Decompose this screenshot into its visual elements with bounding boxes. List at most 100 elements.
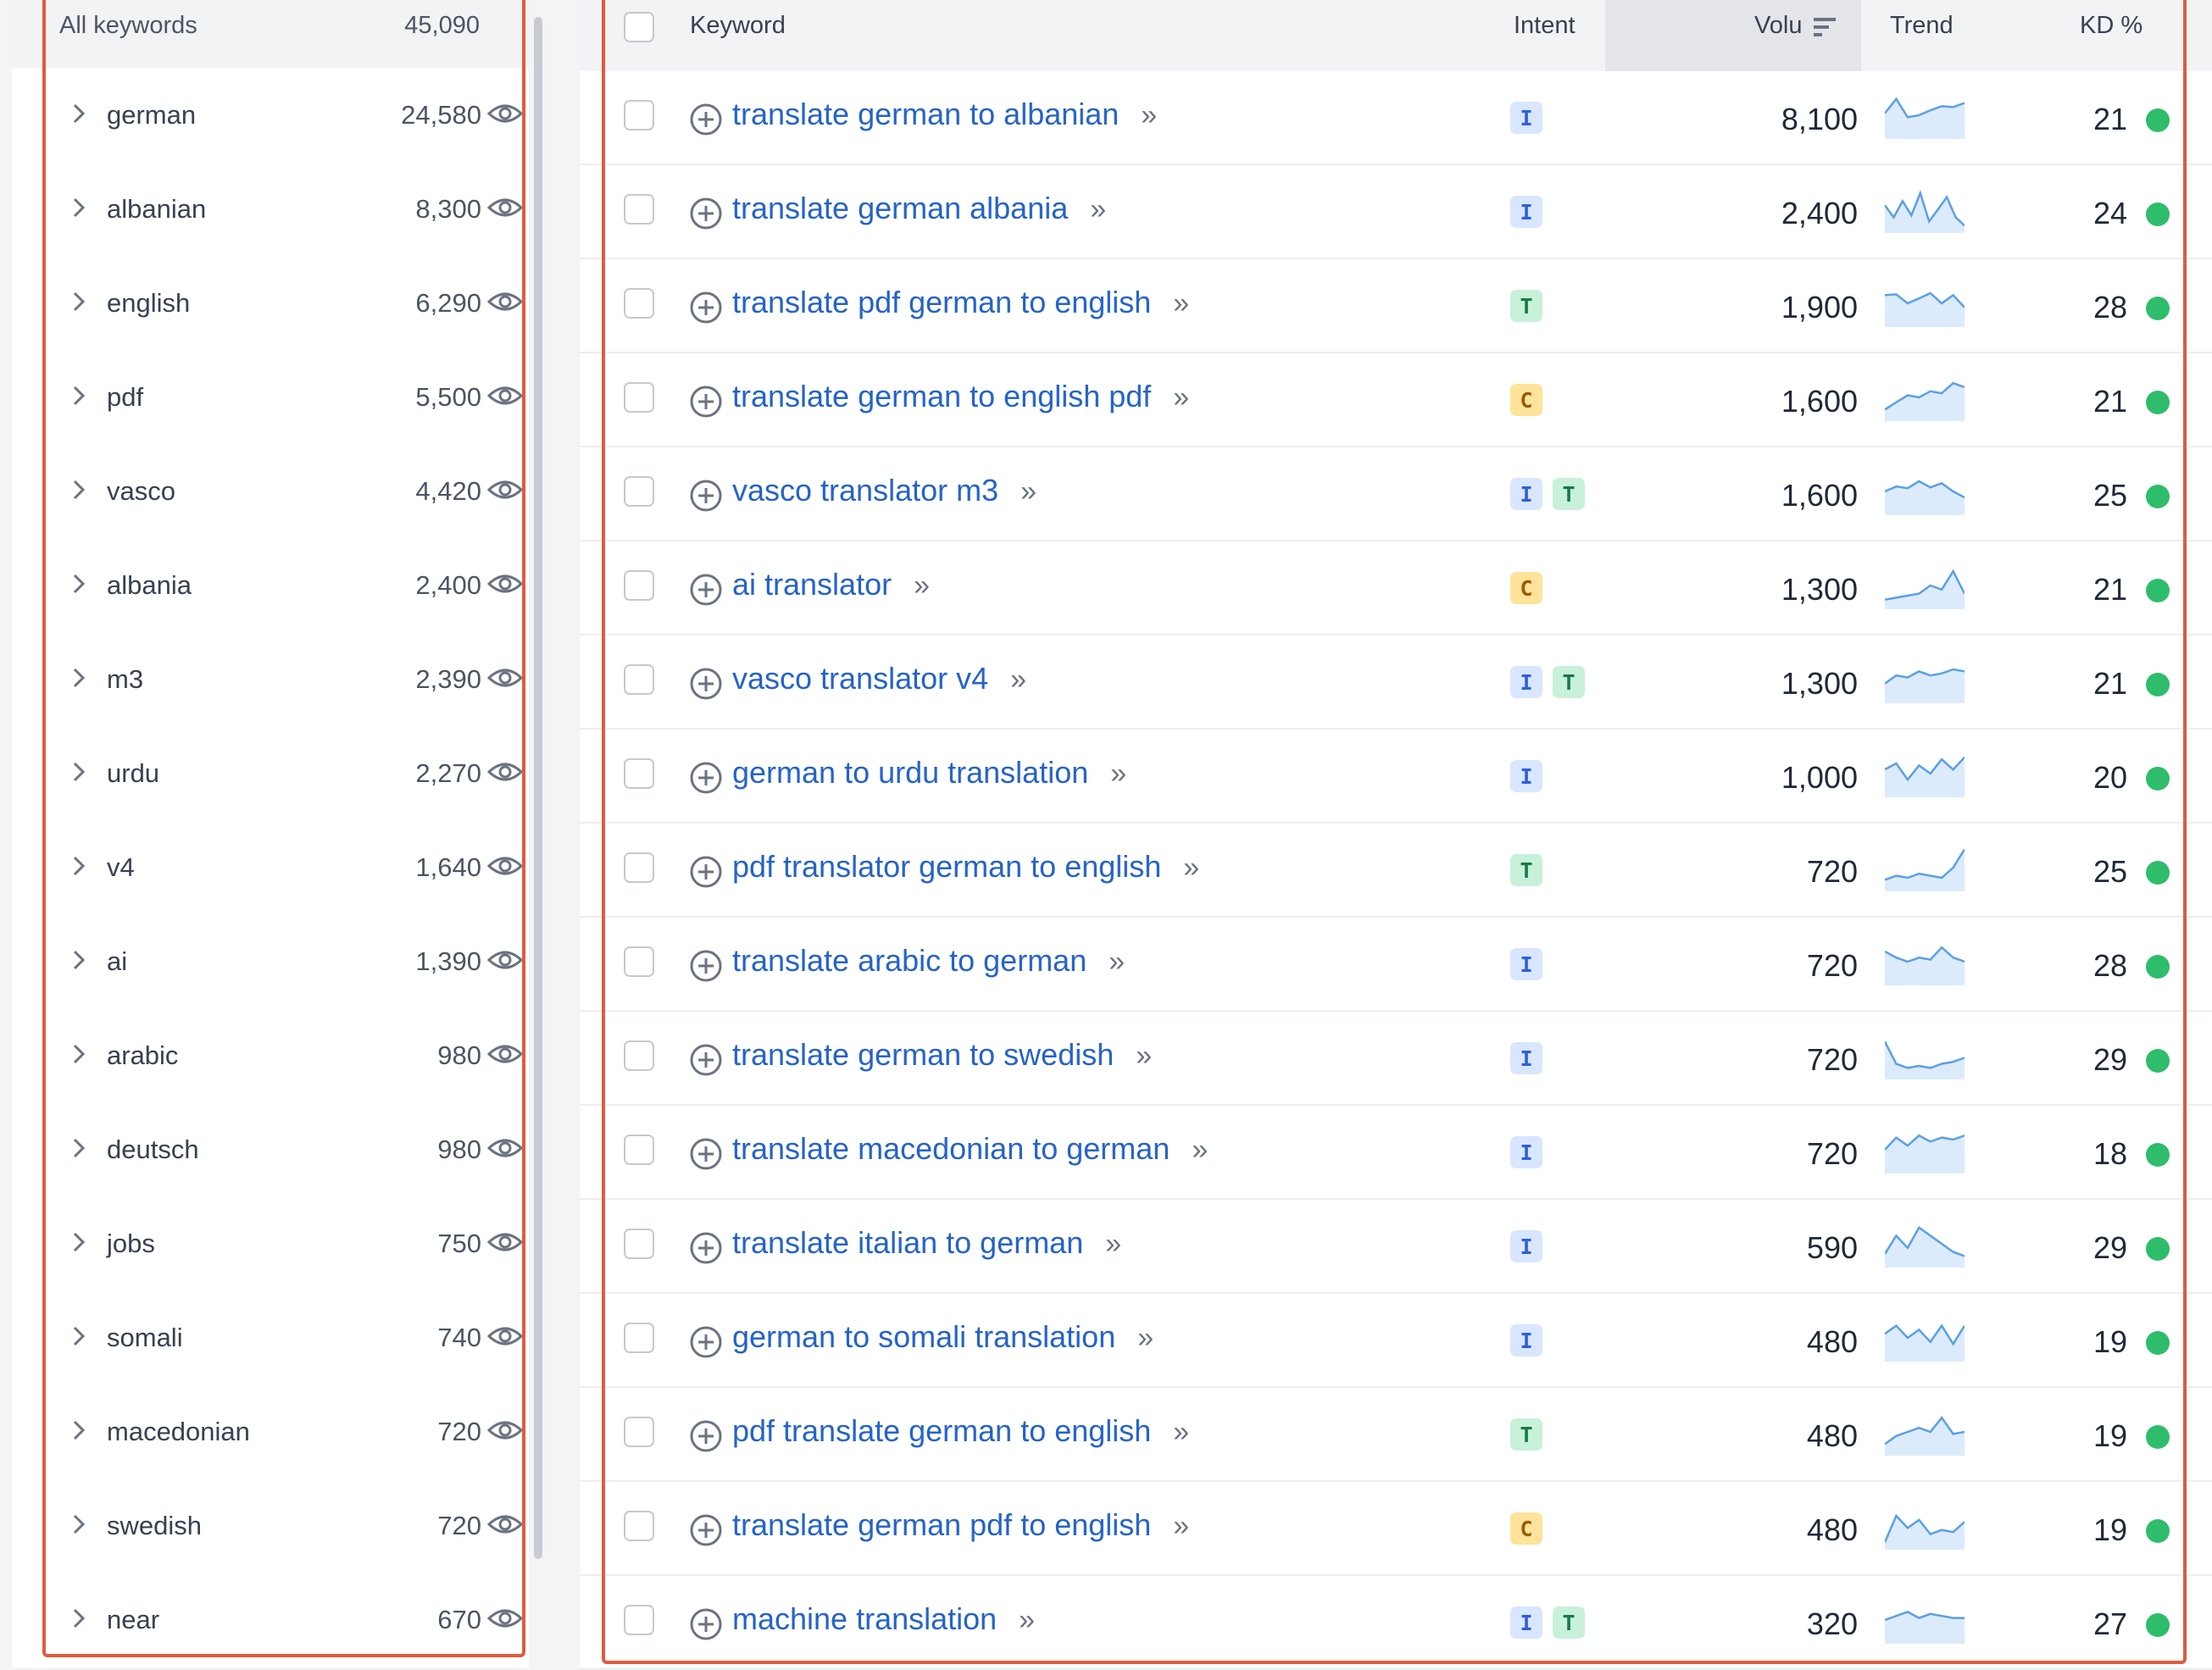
keyword-text[interactable]: ai translator (732, 567, 892, 602)
keyword-group-row[interactable]: deutsch 980 (12, 1102, 529, 1196)
intent-badge[interactable]: I (1510, 1042, 1542, 1074)
trend-column-header[interactable]: Trend (1890, 12, 1954, 40)
chevron-right-icon[interactable] (68, 1323, 90, 1350)
intent-column-header[interactable]: Intent (1514, 12, 1576, 40)
row-checkbox[interactable] (624, 664, 654, 695)
add-to-list-icon[interactable] (688, 572, 724, 608)
keyword-link[interactable]: vasco translator v4 » (732, 661, 1026, 696)
keyword-group-row[interactable]: english 6,290 (12, 256, 529, 350)
intent-badge[interactable]: I (1510, 102, 1542, 134)
double-chevron-icon[interactable]: » (1173, 381, 1189, 413)
intent-badge[interactable]: I (1510, 948, 1542, 980)
intent-badge[interactable]: I (1510, 1136, 1542, 1168)
chevron-right-icon[interactable] (68, 946, 90, 974)
keyword-text[interactable]: translate german to english pdf (732, 379, 1151, 413)
row-checkbox[interactable] (624, 1605, 654, 1635)
double-chevron-icon[interactable]: » (1137, 1322, 1153, 1354)
double-chevron-icon[interactable]: » (1136, 1040, 1152, 1072)
row-checkbox[interactable] (624, 194, 654, 225)
eye-icon[interactable] (486, 1415, 524, 1445)
chevron-right-icon[interactable] (68, 1511, 90, 1538)
all-keywords-header[interactable]: All keywords 45,090 (12, 0, 529, 68)
eye-icon[interactable] (486, 286, 524, 317)
eye-icon[interactable] (486, 851, 524, 881)
row-checkbox[interactable] (624, 288, 654, 319)
intent-badge[interactable]: I (1510, 1606, 1542, 1639)
keyword-link[interactable]: translate macedonian to german » (732, 1131, 1208, 1167)
keyword-text[interactable]: translate german to swedish (732, 1037, 1114, 1072)
row-checkbox[interactable] (624, 1135, 654, 1165)
chevron-right-icon[interactable] (68, 1135, 90, 1162)
eye-icon[interactable] (486, 1321, 524, 1351)
add-to-list-icon[interactable] (688, 1512, 724, 1548)
intent-badge[interactable]: C (1510, 1512, 1542, 1545)
add-to-list-icon[interactable] (688, 1230, 724, 1266)
row-checkbox[interactable] (624, 1040, 654, 1071)
keyword-text[interactable]: translate german albania (732, 191, 1068, 225)
intent-badge[interactable]: C (1510, 384, 1542, 416)
chevron-right-icon[interactable] (68, 382, 90, 409)
keyword-group-row[interactable]: v4 1,640 (12, 820, 529, 914)
keyword-text[interactable]: machine translation (732, 1601, 997, 1636)
double-chevron-icon[interactable]: » (1173, 1510, 1189, 1542)
add-to-list-icon[interactable] (688, 196, 724, 231)
eye-icon[interactable] (486, 945, 524, 975)
chevron-right-icon[interactable] (68, 1605, 90, 1632)
intent-badge[interactable]: I (1510, 196, 1542, 228)
double-chevron-icon[interactable]: » (1105, 1228, 1121, 1260)
eye-icon[interactable] (486, 663, 524, 693)
keyword-group-row[interactable]: urdu 2,270 (12, 726, 529, 820)
intent-badge[interactable]: I (1510, 1230, 1542, 1262)
add-to-list-icon[interactable] (688, 1136, 724, 1172)
row-checkbox[interactable] (624, 1229, 654, 1259)
chevron-right-icon[interactable] (68, 100, 90, 127)
add-to-list-icon[interactable] (688, 384, 724, 419)
keyword-link[interactable]: translate pdf german to english » (732, 285, 1189, 320)
double-chevron-icon[interactable]: » (1192, 1134, 1208, 1166)
double-chevron-icon[interactable]: » (1010, 663, 1026, 696)
keyword-link[interactable]: translate arabic to german » (732, 943, 1125, 979)
intent-badge[interactable]: C (1510, 572, 1542, 604)
double-chevron-icon[interactable]: » (1183, 852, 1199, 884)
keyword-text[interactable]: translate german to albanian (732, 97, 1119, 131)
add-to-list-icon[interactable] (688, 760, 724, 796)
add-to-list-icon[interactable] (688, 1418, 724, 1454)
keyword-link[interactable]: german to somali translation » (732, 1319, 1153, 1355)
chevron-right-icon[interactable] (68, 1417, 90, 1444)
keyword-text[interactable]: vasco translator m3 (732, 473, 998, 508)
keyword-group-row[interactable]: albania 2,400 (12, 538, 529, 632)
sort-descending-icon[interactable] (1812, 15, 1837, 39)
keyword-link[interactable]: ai translator » (732, 567, 930, 602)
keyword-group-row[interactable]: german 24,580 (12, 68, 529, 162)
keyword-link[interactable]: translate german to swedish » (732, 1037, 1152, 1073)
eye-icon[interactable] (486, 474, 524, 505)
keyword-group-row[interactable]: swedish 720 (12, 1479, 529, 1573)
add-to-list-icon[interactable] (688, 1324, 724, 1360)
keyword-text[interactable]: translate macedonian to german (732, 1131, 1170, 1166)
keyword-group-row[interactable]: m3 2,390 (12, 632, 529, 726)
add-to-list-icon[interactable] (688, 666, 724, 702)
eye-icon[interactable] (486, 1603, 524, 1634)
chevron-right-icon[interactable] (68, 570, 90, 597)
keyword-group-row[interactable]: albanian 8,300 (12, 162, 529, 256)
keyword-text[interactable]: pdf translate german to english (732, 1413, 1151, 1448)
keyword-text[interactable]: translate pdf german to english (732, 285, 1151, 319)
keyword-link[interactable]: german to urdu translation » (732, 755, 1126, 791)
chevron-right-icon[interactable] (68, 852, 90, 879)
keyword-link[interactable]: pdf translator german to english » (732, 849, 1199, 885)
keyword-group-row[interactable]: near 670 (12, 1573, 529, 1667)
eye-icon[interactable] (486, 1039, 524, 1069)
keyword-text[interactable]: german to somali translation (732, 1319, 1115, 1354)
keyword-group-row[interactable]: somali 740 (12, 1290, 529, 1384)
intent-badge[interactable]: I (1510, 478, 1542, 510)
add-to-list-icon[interactable] (688, 1606, 724, 1642)
chevron-right-icon[interactable] (68, 1040, 90, 1068)
keyword-group-row[interactable]: pdf 5,500 (12, 350, 529, 444)
eye-icon[interactable] (486, 1133, 524, 1163)
row-checkbox[interactable] (624, 946, 654, 977)
intent-badge[interactable]: I (1510, 760, 1542, 792)
volume-column-header[interactable]: Volu (1754, 12, 1802, 40)
row-checkbox[interactable] (624, 852, 654, 883)
add-to-list-icon[interactable] (688, 1042, 724, 1078)
row-checkbox[interactable] (624, 1511, 654, 1541)
